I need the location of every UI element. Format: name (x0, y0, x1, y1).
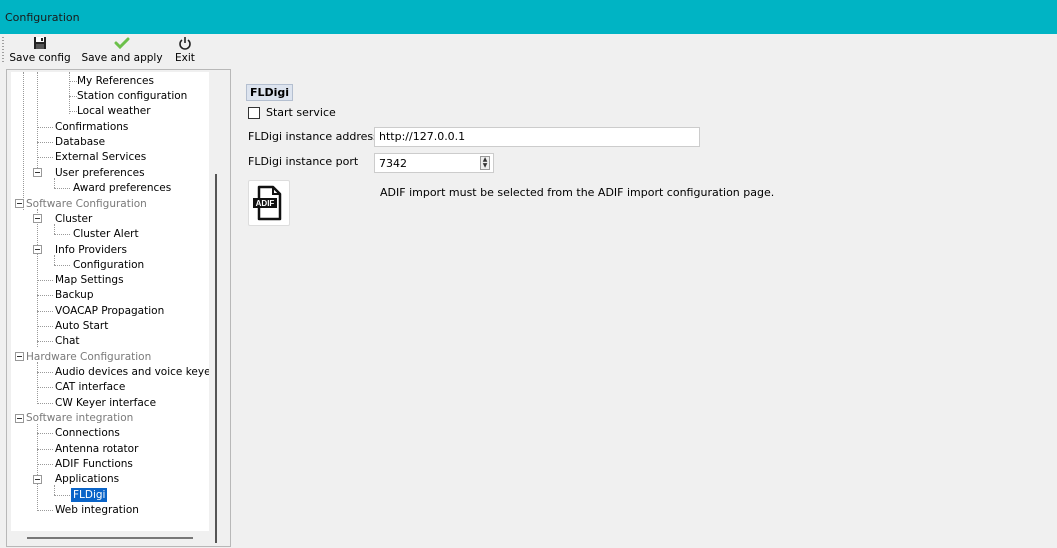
tree-item-award-preferences[interactable]: Award preferences (73, 181, 171, 195)
tree-connector (37, 142, 53, 143)
tree-item-auto-start[interactable]: Auto Start (55, 319, 108, 333)
adif-icon-text: ADIF (256, 199, 275, 208)
tree-horizontal-scrollbar[interactable] (27, 537, 193, 539)
port-spinbox[interactable]: 7342 ▲ ▼ (374, 153, 494, 173)
tree-connector (37, 127, 53, 128)
tree-connector (37, 449, 53, 450)
tree-connector (37, 387, 53, 388)
tree-connector (69, 111, 77, 112)
tree-item-cluster[interactable]: Cluster (55, 212, 92, 226)
start-service-checkbox[interactable] (248, 106, 260, 119)
tree-connector (54, 234, 70, 235)
tree-guide (69, 72, 70, 114)
tree-item-station-configuration[interactable]: Station configuration (77, 89, 187, 103)
save-and-apply-button[interactable]: Save and apply (76, 36, 168, 64)
tree-item-applications[interactable]: Applications (55, 472, 119, 486)
tree-connector (37, 295, 53, 296)
settings-tree[interactable]: My References Station configuration Loca… (11, 72, 209, 531)
port-stepper[interactable]: ▲ ▼ (480, 156, 490, 170)
tree-item-web-integration[interactable]: Web integration (55, 503, 139, 517)
collapse-hardware-configuration-icon[interactable] (15, 352, 24, 361)
tree-item-local-weather[interactable]: Local weather (77, 104, 151, 118)
tree-connector (54, 495, 70, 496)
tree-item-antenna-rotator[interactable]: Antenna rotator (55, 442, 138, 456)
tree-connector (37, 372, 53, 373)
tree-guide (23, 72, 24, 210)
collapse-cluster-icon[interactable] (33, 214, 42, 223)
toolbar-grip[interactable] (2, 37, 4, 64)
collapse-applications-icon[interactable] (33, 475, 42, 484)
collapse-software-integration-icon[interactable] (15, 414, 24, 423)
tree-item-cw-keyer-interface[interactable]: CW Keyer interface (55, 396, 156, 410)
settings-tree-panel: My References Station configuration Loca… (6, 69, 231, 547)
tree-item-hardware-configuration[interactable]: Hardware Configuration (26, 350, 151, 364)
collapse-software-configuration-icon[interactable] (15, 199, 24, 208)
save-config-label: Save config (9, 52, 71, 64)
adif-import-note: ADIF import must be selected from the AD… (380, 186, 775, 199)
adif-icon-button[interactable]: ADIF (248, 180, 290, 226)
tree-connector (69, 81, 77, 82)
address-label: FLDigi instance address (248, 130, 379, 143)
collapse-user-preferences-icon[interactable] (33, 168, 42, 177)
tree-item-map-settings[interactable]: Map Settings (55, 273, 124, 287)
settings-content: FLDigi Start service FLDigi instance add… (232, 69, 1057, 548)
tree-guide (37, 362, 38, 404)
tree-item-adif-functions[interactable]: ADIF Functions (55, 457, 133, 471)
tree-connector (37, 403, 53, 404)
title-bar: Configuration (0, 0, 1057, 34)
tree-guide (37, 424, 38, 509)
tree-connector (37, 326, 53, 327)
collapse-info-providers-icon[interactable] (33, 245, 42, 254)
exit-button[interactable]: Exit (172, 36, 198, 64)
tree-guide (37, 72, 38, 174)
window-title: Configuration (5, 11, 80, 24)
exit-label: Exit (175, 52, 195, 64)
tree-item-chat[interactable]: Chat (55, 334, 80, 348)
port-label: FLDigi instance port (248, 155, 359, 168)
tree-item-cluster-alert[interactable]: Cluster Alert (73, 227, 139, 241)
tree-connector (37, 341, 53, 342)
tree-vertical-scrollbar[interactable] (215, 174, 217, 543)
tree-item-user-preferences[interactable]: User preferences (55, 166, 145, 180)
tree-item-software-configuration[interactable]: Software Configuration (26, 197, 147, 211)
tree-item-my-references[interactable]: My References (77, 74, 154, 88)
toolbar: Save config Save and apply Exit (0, 34, 1057, 68)
start-service-label: Start service (266, 106, 336, 119)
tree-item-software-integration[interactable]: Software integration (26, 411, 133, 425)
tree-connector (37, 510, 53, 511)
tree-connector (37, 464, 53, 465)
tree-item-database[interactable]: Database (55, 135, 105, 149)
tree-item-voacap-propagation[interactable]: VOACAP Propagation (55, 304, 164, 318)
save-and-apply-label: Save and apply (81, 52, 163, 64)
tree-connector (37, 157, 53, 158)
port-value: 7342 (379, 157, 407, 170)
tree-item-confirmations[interactable]: Confirmations (55, 120, 128, 134)
tree-item-cat-interface[interactable]: CAT interface (55, 380, 125, 394)
tree-item-connections[interactable]: Connections (55, 426, 120, 440)
tree-connector (54, 188, 70, 189)
section-title: FLDigi (246, 84, 294, 101)
checkmark-icon (76, 36, 168, 51)
tree-item-backup[interactable]: Backup (55, 288, 94, 302)
address-field[interactable]: http://127.0.0.1 (374, 127, 700, 147)
tree-item-info-providers[interactable]: Info Providers (55, 243, 127, 257)
tree-connector (69, 96, 77, 97)
start-service-checkbox-row[interactable]: Start service (248, 106, 336, 119)
save-config-button[interactable]: Save config (6, 36, 74, 64)
floppy-disk-icon (6, 36, 74, 51)
spin-down-icon[interactable]: ▼ (481, 163, 489, 169)
tree-connector (37, 280, 53, 281)
tree-connector (37, 433, 53, 434)
adif-file-icon: ADIF (253, 185, 282, 221)
tree-item-audio-devices[interactable]: Audio devices and voice keye (55, 365, 209, 379)
tree-item-configuration[interactable]: Configuration (73, 258, 144, 272)
tree-connector (54, 265, 70, 266)
tree-guide (54, 485, 55, 495)
power-icon (172, 36, 198, 51)
tree-connector (37, 311, 53, 312)
tree-item-fldigi[interactable]: FLDigi (71, 488, 108, 502)
tree-item-external-services[interactable]: External Services (55, 150, 146, 164)
